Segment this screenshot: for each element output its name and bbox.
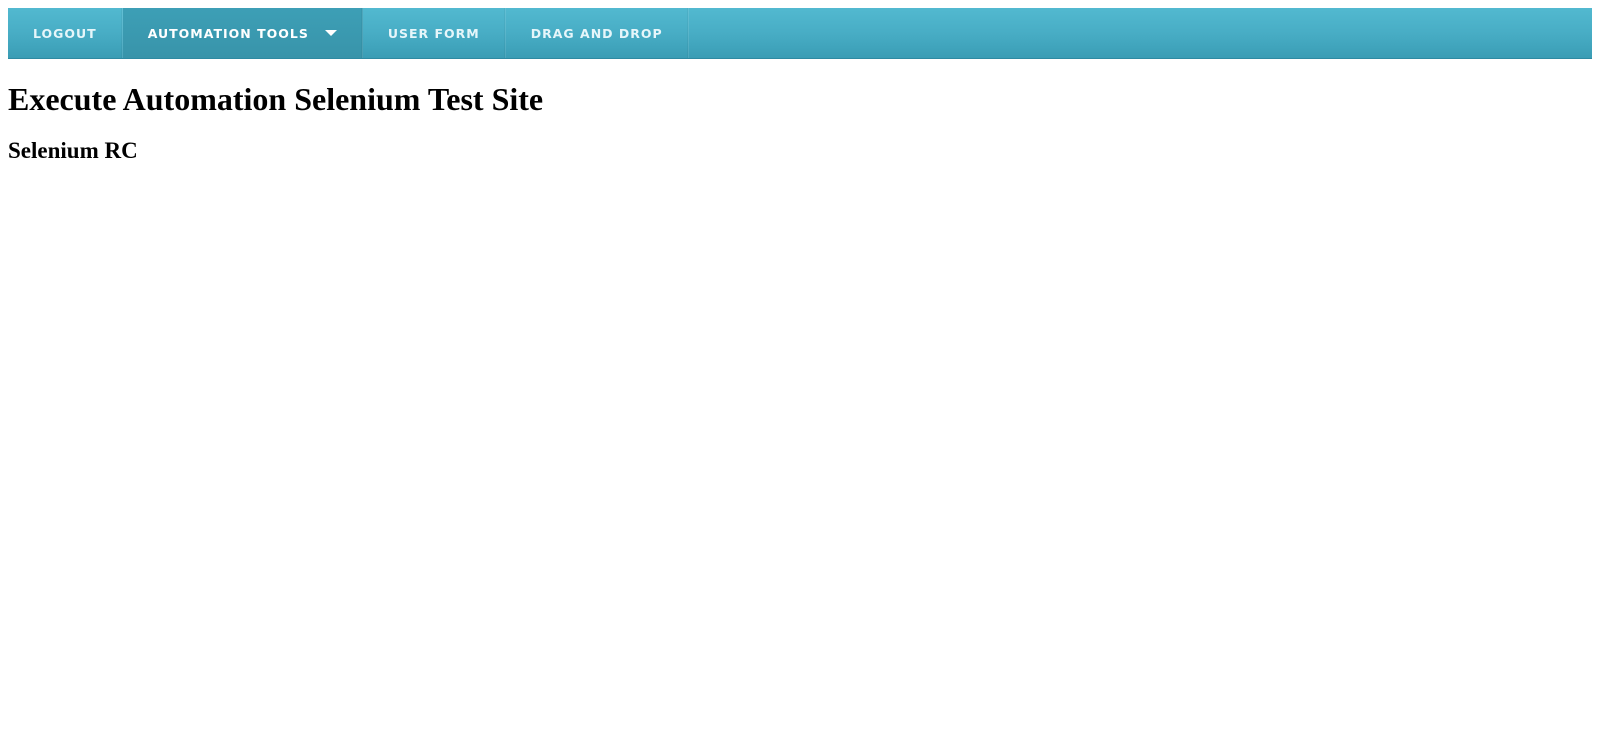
- nav-automation-tools-label: AUTOMATION TOOLS: [147, 25, 309, 41]
- nav-automation-tools-menu[interactable]: AUTOMATION TOOLS: [122, 8, 363, 58]
- page-subtitle: Selenium RC: [8, 138, 138, 163]
- nav-drag-and-drop-label: DRAG AND DROP: [530, 25, 663, 41]
- nav-user-form-label: USER FORM: [387, 25, 480, 41]
- nav-drag-and-drop-link[interactable]: DRAG AND DROP: [506, 8, 689, 58]
- caret-down-icon: [324, 30, 337, 36]
- page-title: Execute Automation Selenium Test Site: [8, 81, 544, 117]
- nav-logout-link[interactable]: LOGOUT: [8, 8, 123, 58]
- nav-logout-label: LOGOUT: [33, 25, 97, 41]
- top-navbar: LOGOUT AUTOMATION TOOLS USER FORM DRAG A…: [8, 8, 1592, 59]
- nav-user-form-link[interactable]: USER FORM: [363, 8, 506, 58]
